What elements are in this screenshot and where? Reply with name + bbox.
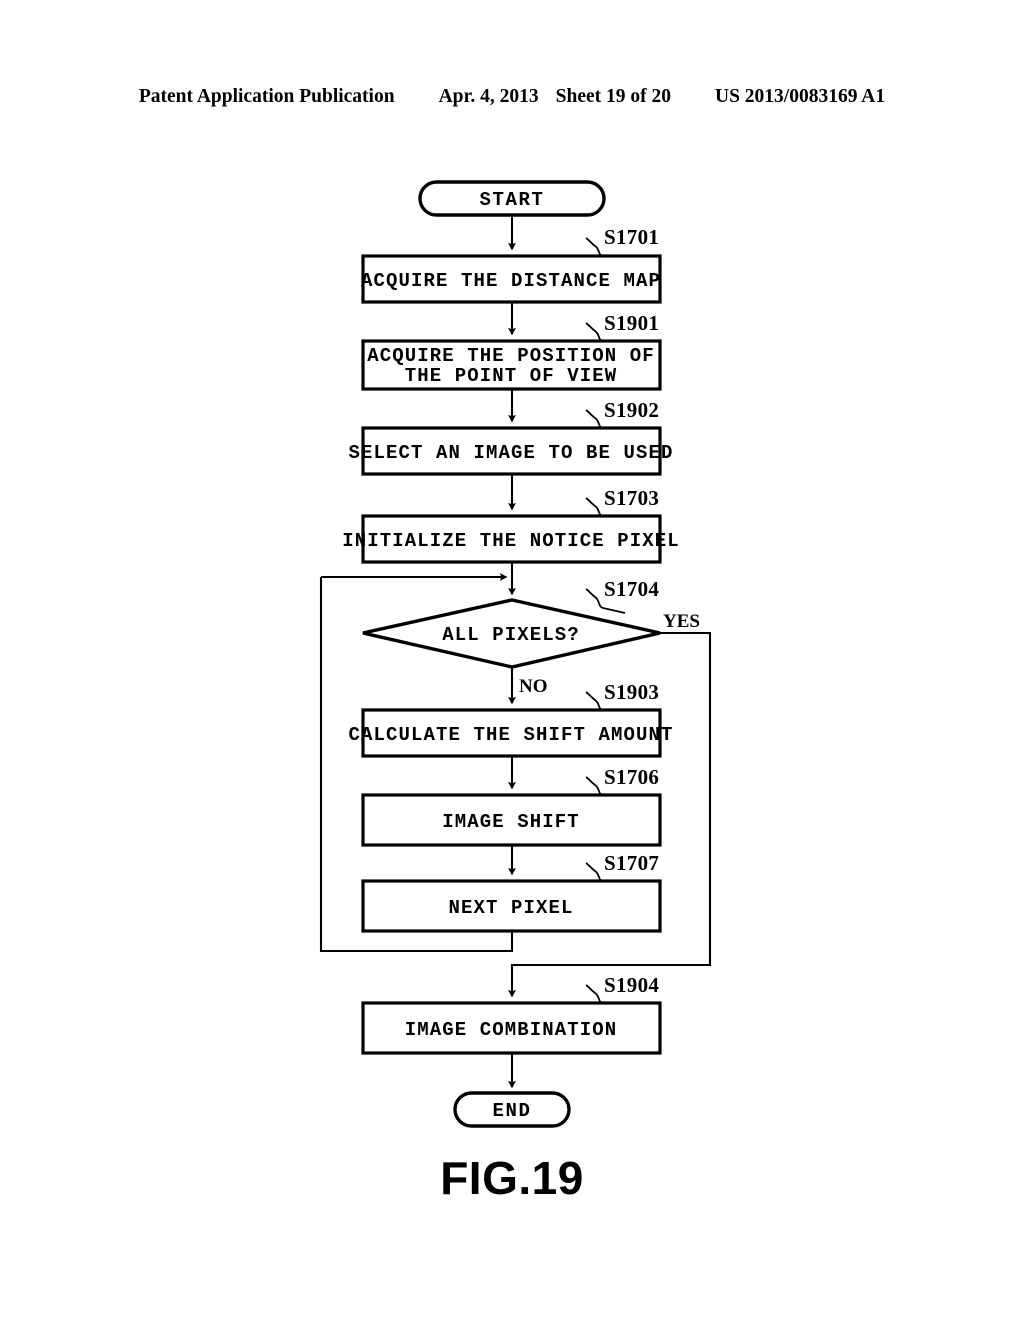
step-label-s1704: S1704 bbox=[604, 577, 659, 601]
node-s1901: ACQUIRE THE POSITION OF THE POINT OF VIE… bbox=[361, 339, 662, 391]
node-s1902-label: SELECT AN IMAGE TO BE USED bbox=[348, 442, 673, 464]
patent-figure-page: Patent Application Publication Apr. 4, 2… bbox=[0, 0, 1024, 1320]
step-label-s1707: S1707 bbox=[604, 851, 659, 875]
step-label-s1703: S1703 bbox=[604, 486, 659, 510]
node-s1904-label: IMAGE COMBINATION bbox=[405, 1019, 618, 1041]
node-s1901-label-line2: THE POINT OF VIEW bbox=[405, 365, 618, 387]
node-s1903-label: CALCULATE THE SHIFT AMOUNT bbox=[348, 724, 673, 746]
node-s1706: IMAGE SHIFT bbox=[361, 793, 662, 847]
node-s1902: SELECT AN IMAGE TO BE USED bbox=[348, 426, 673, 476]
node-s1706-label: IMAGE SHIFT bbox=[442, 811, 580, 833]
figure-label: FIG.19 bbox=[440, 1152, 584, 1204]
step-label-s1901: S1901 bbox=[604, 311, 659, 335]
flowchart: START ACQUIRE THE DISTANCE MAP S1701 ACQ… bbox=[0, 0, 1024, 1320]
step-label-s1701: S1701 bbox=[604, 225, 659, 249]
node-s1707: NEXT PIXEL bbox=[361, 879, 662, 933]
node-s1701-label: ACQUIRE THE DISTANCE MAP bbox=[361, 270, 661, 292]
step-label-s1903: S1903 bbox=[604, 680, 659, 704]
node-s1703: INITIALIZE THE NOTICE PIXEL bbox=[342, 514, 680, 564]
node-s1904: IMAGE COMBINATION bbox=[361, 1001, 662, 1055]
node-end-label: END bbox=[492, 1100, 531, 1122]
node-s1701: ACQUIRE THE DISTANCE MAP bbox=[361, 254, 662, 304]
node-s1704-label: ALL PIXELS? bbox=[442, 624, 580, 646]
node-start-label: START bbox=[479, 189, 544, 211]
branch-label-no: NO bbox=[519, 676, 548, 697]
node-s1707-label: NEXT PIXEL bbox=[448, 897, 573, 919]
step-label-s1706: S1706 bbox=[604, 765, 659, 789]
node-s1703-label: INITIALIZE THE NOTICE PIXEL bbox=[342, 530, 680, 552]
node-end: END bbox=[453, 1091, 571, 1128]
step-label-s1902: S1902 bbox=[604, 398, 659, 422]
branch-label-yes: YES bbox=[663, 611, 700, 632]
node-start: START bbox=[418, 180, 606, 217]
node-s1901-label-line1: ACQUIRE THE POSITION OF bbox=[367, 345, 655, 367]
node-s1903: CALCULATE THE SHIFT AMOUNT bbox=[348, 708, 673, 758]
step-label-s1904: S1904 bbox=[604, 973, 659, 997]
